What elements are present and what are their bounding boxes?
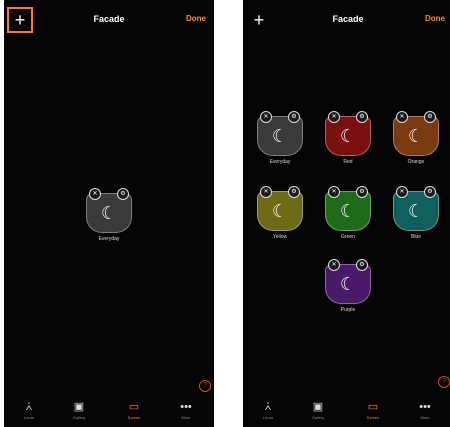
theme-tile-orange[interactable]: ✕ ⚙ ☾ Orange <box>389 111 443 165</box>
gear-icon[interactable]: ⚙ <box>356 186 368 198</box>
tile-label: Purple <box>340 307 356 313</box>
tile-body: ✕ ⚙ ☾ <box>257 111 303 156</box>
phone-screen-left: + Facade Done ✕ ⚙ ☾ Everyday ? ⩑ Lunar ▣… <box>4 0 214 427</box>
moon-icon: ☾ <box>100 203 118 223</box>
page-title: Facade <box>332 14 364 24</box>
tile-label: Everyday <box>98 236 120 242</box>
gallery-icon: ▣ <box>312 401 324 413</box>
moon-icon: ☾ <box>339 201 357 221</box>
tile-label: Red <box>343 159 353 165</box>
tab-screen[interactable]: ▭ Screen <box>353 401 393 420</box>
moon-icon: ☾ <box>339 274 357 294</box>
lamp-icon: ⩑ <box>25 401 33 413</box>
screen-icon: ▭ <box>128 401 140 413</box>
page-title: Facade <box>93 14 125 24</box>
tab-label: Lunar <box>262 415 274 420</box>
top-bar: + Facade Done <box>243 0 450 44</box>
close-icon[interactable]: ✕ <box>89 188 101 200</box>
tab-lunar[interactable]: ⩑ Lunar <box>248 401 288 420</box>
close-icon[interactable]: ✕ <box>328 186 340 198</box>
help-icon[interactable]: ? <box>438 376 450 388</box>
moon-icon: ☾ <box>271 201 289 221</box>
tile-label: Blue <box>410 234 421 240</box>
tile-body: ✕ ⚙ ☾ <box>86 188 132 233</box>
moon-icon: ☾ <box>407 126 425 146</box>
tab-screen[interactable]: ▭ Screen <box>114 401 154 420</box>
moon-icon: ☾ <box>339 126 357 146</box>
tile-body: ✕ ⚙ ☾ <box>393 111 439 156</box>
theme-tile-red[interactable]: ✕ ⚙ ☾ Red <box>321 111 375 165</box>
gear-icon[interactable]: ⚙ <box>117 188 129 200</box>
close-icon[interactable]: ✕ <box>260 111 272 123</box>
tab-gallery[interactable]: ▣ Gallery <box>59 401 99 420</box>
help-icon[interactable]: ? <box>199 380 211 392</box>
close-icon[interactable]: ✕ <box>396 111 408 123</box>
gear-icon[interactable]: ⚙ <box>356 111 368 123</box>
tab-bar: ⩑ Lunar ▣ Gallery ▭ Screen ••• More <box>243 397 450 427</box>
tile-body: ✕ ⚙ ☾ <box>325 111 371 156</box>
gear-icon[interactable]: ⚙ <box>356 259 368 271</box>
tab-more[interactable]: ••• More <box>166 401 206 420</box>
close-icon[interactable]: ✕ <box>328 111 340 123</box>
tab-more[interactable]: ••• More <box>405 401 445 420</box>
gear-icon[interactable]: ⚙ <box>288 111 300 123</box>
tab-label: Lunar <box>23 415 35 420</box>
theme-tile-purple[interactable]: ✕ ⚙ ☾ Purple <box>321 259 375 313</box>
theme-tile-everyday[interactable]: ✕ ⚙ ☾ Everyday <box>82 188 136 242</box>
moon-icon: ☾ <box>407 201 425 221</box>
tile-label: Everyday <box>269 159 291 165</box>
screen-icon: ▭ <box>367 401 379 413</box>
moon-icon: ☾ <box>271 126 289 146</box>
tab-label: More <box>181 415 191 420</box>
close-icon[interactable]: ✕ <box>260 186 272 198</box>
theme-tile-blue[interactable]: ✕ ⚙ ☾ Blue <box>389 186 443 240</box>
tab-gallery[interactable]: ▣ Gallery <box>298 401 338 420</box>
gallery-icon: ▣ <box>73 401 85 413</box>
theme-tile-yellow[interactable]: ✕ ⚙ ☾ Yellow <box>253 186 307 240</box>
done-button[interactable]: Done <box>186 14 206 23</box>
top-bar: + Facade Done <box>4 0 214 44</box>
tile-body: ✕ ⚙ ☾ <box>393 186 439 231</box>
tile-body: ✕ ⚙ ☾ <box>257 186 303 231</box>
close-icon[interactable]: ✕ <box>328 259 340 271</box>
more-icon: ••• <box>180 401 192 413</box>
phone-screen-right: + Facade Done ✕ ⚙ ☾ Everyday ✕ ⚙ ☾ Red ✕… <box>243 0 450 427</box>
done-button[interactable]: Done <box>425 14 445 23</box>
theme-tile-everyday[interactable]: ✕ ⚙ ☾ Everyday <box>253 111 307 165</box>
gear-icon[interactable]: ⚙ <box>288 186 300 198</box>
tab-label: Screen <box>127 415 141 420</box>
tab-label: Gallery <box>72 415 86 420</box>
tab-label: Screen <box>366 415 380 420</box>
tab-label: More <box>420 415 430 420</box>
tile-body: ✕ ⚙ ☾ <box>325 186 371 231</box>
gear-icon[interactable]: ⚙ <box>424 186 436 198</box>
tab-bar: ⩑ Lunar ▣ Gallery ▭ Screen ••• More <box>4 397 214 427</box>
tile-label: Yellow <box>272 234 288 240</box>
tile-label: Orange <box>407 159 425 165</box>
tab-lunar[interactable]: ⩑ Lunar <box>9 401 49 420</box>
theme-tile-green[interactable]: ✕ ⚙ ☾ Green <box>321 186 375 240</box>
more-icon: ••• <box>419 401 431 413</box>
tile-label: Green <box>341 234 355 240</box>
close-icon[interactable]: ✕ <box>396 186 408 198</box>
tab-label: Gallery <box>311 415 325 420</box>
gear-icon[interactable]: ⚙ <box>424 111 436 123</box>
lamp-icon: ⩑ <box>264 401 272 413</box>
tile-body: ✕ ⚙ ☾ <box>325 259 371 304</box>
